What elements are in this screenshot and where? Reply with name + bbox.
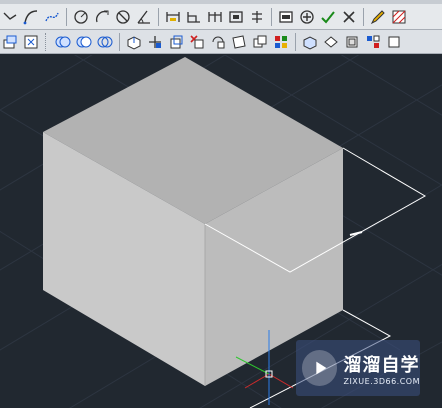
toolbar-separator xyxy=(295,32,296,51)
dim-ordinate-icon[interactable] xyxy=(247,7,267,27)
watermark-subtitle: ZIXUE.3D66.COM xyxy=(343,376,420,386)
play-logo-icon xyxy=(302,350,338,386)
intersect-icon[interactable] xyxy=(95,32,115,52)
check-solid-icon[interactable] xyxy=(363,32,383,52)
watermark-badge: 溜溜自学 ZIXUE.3D66.COM xyxy=(296,340,420,396)
rotate-face-icon[interactable] xyxy=(208,32,228,52)
offset-face-icon[interactable] xyxy=(166,32,186,52)
arc-icon[interactable] xyxy=(21,7,41,27)
hatch-icon[interactable] xyxy=(389,7,409,27)
watermark-title: 溜溜自学 xyxy=(343,354,420,376)
toolbar-separator xyxy=(66,7,67,26)
separate-icon[interactable] xyxy=(321,32,341,52)
toolbar-solid-editing xyxy=(0,30,442,54)
arc-tangent-icon[interactable] xyxy=(92,7,112,27)
copy-face-icon[interactable] xyxy=(250,32,270,52)
delete-face-icon[interactable] xyxy=(187,32,207,52)
toolbar-grip[interactable] xyxy=(45,32,49,51)
angle-icon[interactable] xyxy=(134,7,154,27)
add-icon[interactable] xyxy=(297,7,317,27)
toolbar-separator xyxy=(158,7,159,26)
toolbar-draw-dimension xyxy=(0,4,442,30)
ucs-icon[interactable] xyxy=(0,32,20,52)
shell-icon[interactable] xyxy=(342,32,362,52)
dim-continue-icon[interactable] xyxy=(226,7,246,27)
cross-icon[interactable] xyxy=(339,7,359,27)
solid-box[interactable] xyxy=(43,57,343,386)
block-icon[interactable] xyxy=(276,7,296,27)
toolbar-separator xyxy=(363,7,364,26)
subtract-icon[interactable] xyxy=(74,32,94,52)
toolbar-separator xyxy=(119,32,120,51)
move-face-icon[interactable] xyxy=(145,32,165,52)
imprint-icon[interactable] xyxy=(300,32,320,52)
no-entry-icon[interactable] xyxy=(113,7,133,27)
union-icon[interactable] xyxy=(53,32,73,52)
ucs-named-icon[interactable] xyxy=(21,32,41,52)
circle-icon[interactable] xyxy=(71,7,91,27)
color-face-icon[interactable] xyxy=(271,32,291,52)
extra-icon[interactable] xyxy=(384,32,404,52)
toolbar-separator xyxy=(271,7,272,26)
polyline-icon[interactable] xyxy=(0,7,20,27)
dim-baseline-icon[interactable] xyxy=(205,7,225,27)
pencil-icon[interactable] xyxy=(368,7,388,27)
watermark-text: 溜溜自学 ZIXUE.3D66.COM xyxy=(343,351,420,386)
extrude-face-icon[interactable] xyxy=(124,32,144,52)
taper-face-icon[interactable] xyxy=(229,32,249,52)
dim-linear-icon[interactable] xyxy=(163,7,183,27)
check-icon[interactable] xyxy=(318,7,338,27)
spline-icon[interactable] xyxy=(42,7,62,27)
dim-aligned-icon[interactable] xyxy=(184,7,204,27)
